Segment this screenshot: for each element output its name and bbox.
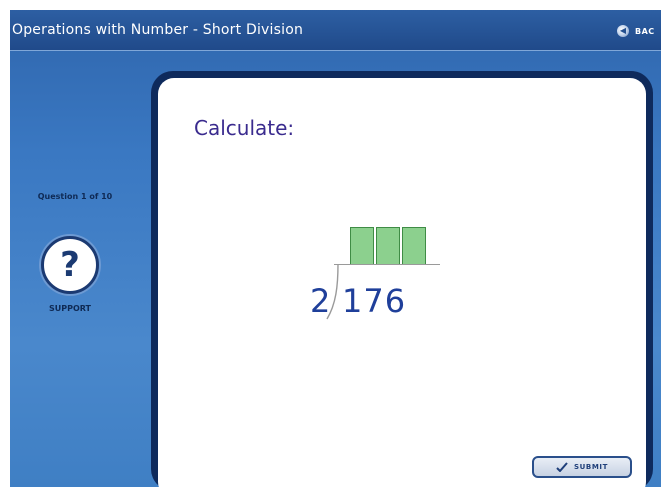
support-button[interactable]: ? bbox=[41, 236, 99, 294]
back-arrow-icon: ◀ bbox=[617, 25, 629, 37]
answer-box-hundreds[interactable] bbox=[350, 227, 374, 265]
submit-button[interactable]: SUBMIT bbox=[532, 456, 632, 478]
dividend: 176 bbox=[342, 282, 407, 320]
division-bracket-line bbox=[334, 264, 440, 265]
question-prompt: Calculate: bbox=[194, 116, 295, 140]
support-label: SUPPORT bbox=[48, 304, 92, 313]
answer-box-units[interactable] bbox=[402, 227, 426, 265]
question-panel: Calculate: 2 176 SUBMIT bbox=[158, 78, 646, 498]
answer-box-tens[interactable] bbox=[376, 227, 400, 265]
check-icon bbox=[556, 462, 568, 472]
window-title: Operations with Number - Short Division bbox=[12, 22, 304, 38]
side-panel: Question 1 of 10 ? SUPPORT bbox=[10, 51, 160, 487]
divisor: 2 bbox=[310, 282, 331, 320]
back-button[interactable]: ◀ BAC bbox=[617, 23, 655, 39]
back-label: BAC bbox=[635, 26, 655, 36]
question-counter: Question 1 of 10 bbox=[37, 192, 113, 201]
submit-label: SUBMIT bbox=[573, 463, 608, 471]
question-mark-icon: ? bbox=[60, 245, 80, 285]
title-bar: Operations with Number - Short Division … bbox=[10, 10, 661, 51]
